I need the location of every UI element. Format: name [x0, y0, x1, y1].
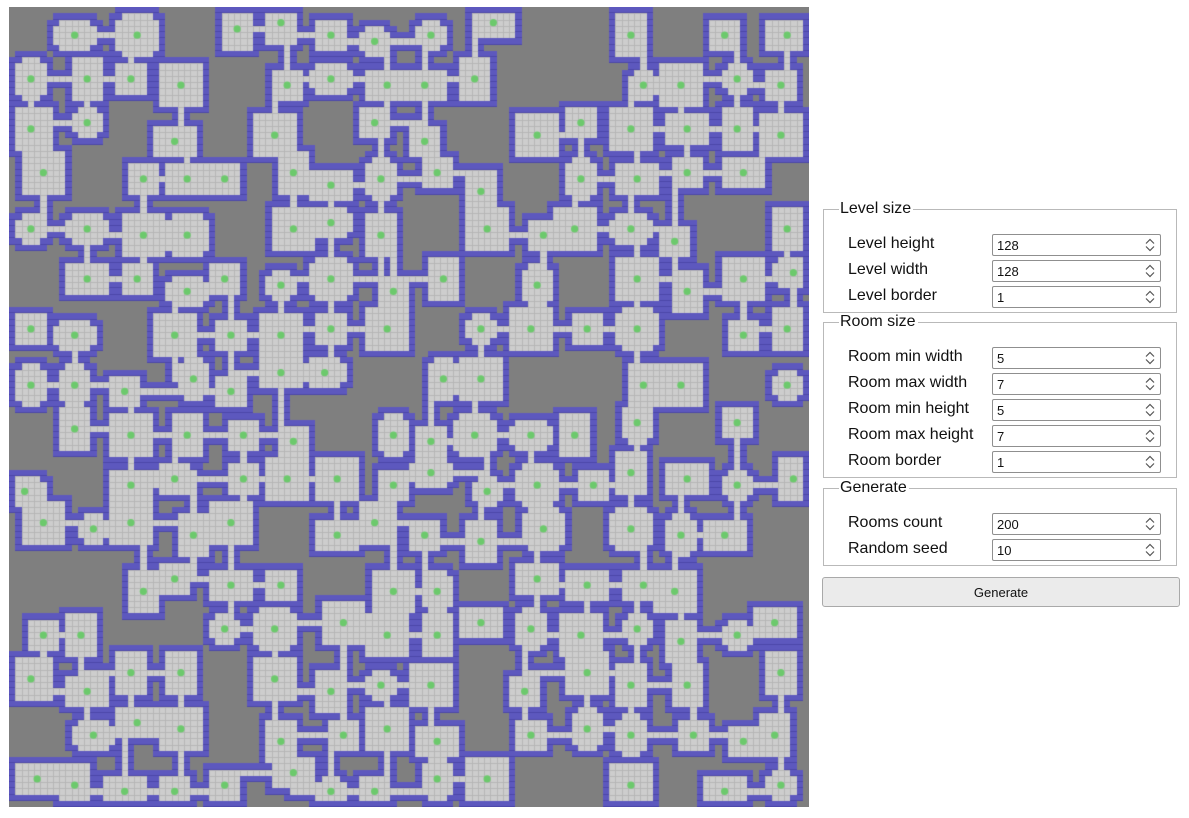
room-max-width-row: Room max width: [824, 371, 1176, 397]
level-border-label: Level border: [848, 287, 937, 304]
room-max-width-label: Room max width: [848, 374, 968, 391]
generate-button[interactable]: Generate: [822, 577, 1180, 607]
rooms-count-input[interactable]: [993, 514, 1137, 534]
room-min-width-spinbox[interactable]: [992, 347, 1161, 369]
room-min-height-label: Room min height: [848, 400, 969, 417]
room-min-width-row: Room min width: [824, 345, 1176, 371]
room-size-legend: Room size: [840, 313, 916, 330]
room-size-group: Room size Room min width Room max width …: [823, 313, 1177, 478]
room-border-row: Room border: [824, 449, 1176, 475]
room-min-height-row: Room min height: [824, 397, 1176, 423]
updown-arrows-icon[interactable]: [1141, 401, 1159, 419]
room-max-height-label: Room max height: [848, 426, 974, 443]
random-seed-label: Random seed: [848, 540, 948, 557]
room-max-height-input[interactable]: [993, 426, 1137, 446]
room-max-width-spinbox[interactable]: [992, 373, 1161, 395]
level-border-input[interactable]: [993, 287, 1137, 307]
room-border-input[interactable]: [993, 452, 1137, 472]
level-width-label: Level width: [848, 261, 929, 278]
updown-arrows-icon[interactable]: [1141, 262, 1159, 280]
level-width-row: Level width: [824, 258, 1176, 284]
random-seed-input[interactable]: [993, 540, 1137, 560]
rooms-count-row: Rooms count: [824, 511, 1176, 537]
updown-arrows-icon[interactable]: [1141, 541, 1159, 559]
level-height-spinbox[interactable]: [992, 234, 1161, 256]
room-min-width-label: Room min width: [848, 348, 963, 365]
random-seed-spinbox[interactable]: [992, 539, 1161, 561]
room-max-width-input[interactable]: [993, 374, 1137, 394]
level-width-spinbox[interactable]: [992, 260, 1161, 282]
level-height-row: Level height: [824, 232, 1176, 258]
room-min-height-spinbox[interactable]: [992, 399, 1161, 421]
level-width-input[interactable]: [993, 261, 1137, 281]
updown-arrows-icon[interactable]: [1141, 427, 1159, 445]
level-border-spinbox[interactable]: [992, 286, 1161, 308]
room-max-height-spinbox[interactable]: [992, 425, 1161, 447]
updown-arrows-icon[interactable]: [1141, 375, 1159, 393]
generate-group: Generate Rooms count Random seed: [823, 479, 1177, 566]
rooms-count-label: Rooms count: [848, 514, 943, 531]
random-seed-row: Random seed: [824, 537, 1176, 563]
updown-arrows-icon[interactable]: [1141, 515, 1159, 533]
room-min-height-input[interactable]: [993, 400, 1137, 420]
updown-arrows-icon[interactable]: [1141, 349, 1159, 367]
generate-legend: Generate: [840, 479, 907, 496]
updown-arrows-icon[interactable]: [1141, 288, 1159, 306]
level-border-row: Level border: [824, 284, 1176, 310]
room-max-height-row: Room max height: [824, 423, 1176, 449]
level-height-input[interactable]: [993, 235, 1137, 255]
dungeon-map-canvas[interactable]: [9, 7, 809, 807]
updown-arrows-icon[interactable]: [1141, 236, 1159, 254]
room-min-width-input[interactable]: [993, 348, 1137, 368]
rooms-count-spinbox[interactable]: [992, 513, 1161, 535]
level-size-group: Level size Level height Level width Leve…: [823, 200, 1177, 313]
room-border-spinbox[interactable]: [992, 451, 1161, 473]
level-size-legend: Level size: [840, 200, 912, 217]
level-height-label: Level height: [848, 235, 935, 252]
updown-arrows-icon[interactable]: [1141, 453, 1159, 471]
room-border-label: Room border: [848, 452, 942, 469]
